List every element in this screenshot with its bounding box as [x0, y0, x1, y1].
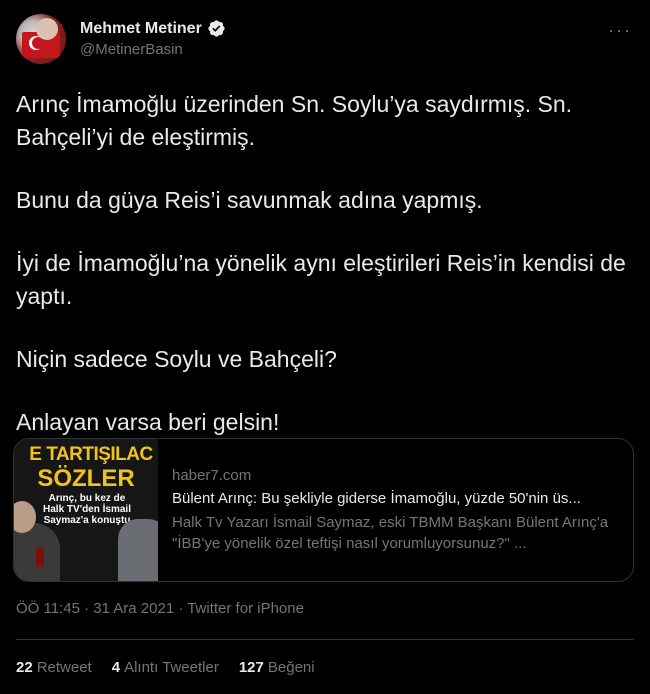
retweets-label: Retweet: [36, 659, 92, 676]
thumb-tie: [36, 547, 44, 567]
likes-label: Beğeni: [267, 659, 315, 676]
tweet-header: Mehmet Metiner @MetinerBasin ···: [16, 14, 634, 70]
thumb-person-right: [118, 519, 158, 581]
card-title: Bülent Arınç: Bu şekliyle giderse İmamoğ…: [172, 490, 581, 507]
quotes-label: Alıntı Tweetler: [124, 659, 219, 676]
thumb-caption: Arınç, bu kez de Halk TV'den İsmail Saym…: [43, 493, 131, 526]
thumb-headline: E TARTIŞILAC: [29, 444, 153, 465]
verified-badge-icon: [208, 20, 225, 37]
divider: [16, 639, 634, 640]
thumb-headline-2: SÖZLER: [37, 465, 135, 492]
handle[interactable]: @MetinerBasin: [80, 41, 226, 58]
tweet-text: Arınç İmamoğlu üzerinden Sn. Soylu’ya sa…: [16, 88, 636, 439]
avatar[interactable]: [16, 14, 66, 64]
card-thumbnail[interactable]: E TARTIŞILAC SÖZLER Arınç, bu kez de Hal…: [14, 439, 158, 581]
card-domain: haber7.com: [172, 467, 252, 484]
quotes-stat[interactable]: 4 Alıntı Tweetler: [112, 659, 219, 676]
likes-count: 127: [238, 659, 264, 676]
card-description: Halk Tv Yazarı İsmail Saymaz, eski TBMM …: [172, 514, 609, 552]
display-name[interactable]: Mehmet Metiner: [80, 20, 202, 38]
card-body[interactable]: haber7.com Bülent Arınç: Bu şekliyle gid…: [172, 467, 622, 554]
tweet-paragraph: Anlayan varsa beri gelsin!: [16, 409, 280, 435]
link-preview-card[interactable]: E TARTIŞILAC SÖZLER Arınç, bu kez de Hal…: [13, 438, 634, 582]
tweet-stats: 22 Retweet 4 Alıntı Tweetler 127 Beğeni: [16, 659, 315, 676]
author-block[interactable]: Mehmet Metiner @MetinerBasin: [80, 19, 226, 58]
tweet-meta[interactable]: ÖÖ 11:45 · 31 Ara 2021 · Twitter for iPh…: [16, 600, 304, 617]
tweet-paragraph: Bunu da güya Reis’i savunmak adına yapmı…: [16, 187, 483, 213]
tweet-paragraph: İyi de İmamoğlu’na yönelik aynı eleştiri…: [16, 250, 626, 309]
quotes-count: 4: [111, 659, 121, 676]
more-options-icon[interactable]: ···: [608, 20, 632, 41]
likes-stat[interactable]: 127 Beğeni: [239, 659, 315, 676]
retweets-stat[interactable]: 22 Retweet: [16, 659, 92, 676]
author-name-row[interactable]: Mehmet Metiner: [80, 19, 226, 38]
tweet-paragraph: Arınç İmamoğlu üzerinden Sn. Soylu’ya sa…: [16, 91, 573, 150]
tweet-paragraph: Niçin sadece Soylu ve Bahçeli?: [16, 346, 337, 372]
retweets-count: 22: [16, 659, 33, 676]
